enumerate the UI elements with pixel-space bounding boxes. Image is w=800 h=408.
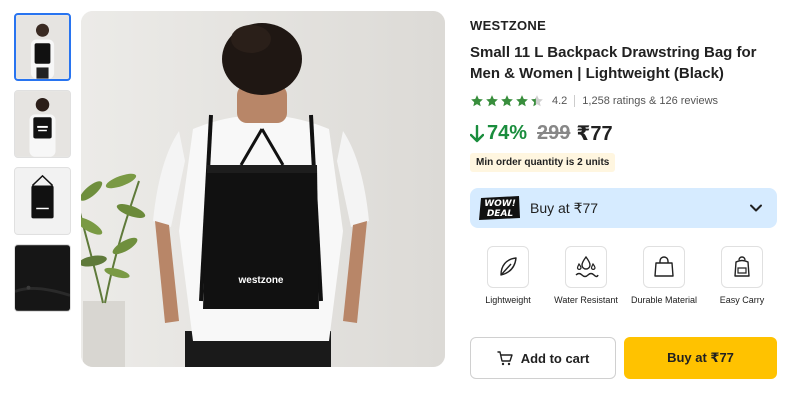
mrp-price: 299 bbox=[537, 122, 571, 144]
thumbnail-back-image bbox=[15, 91, 70, 157]
star-icon bbox=[471, 95, 483, 107]
thumbnail-front-view[interactable] bbox=[14, 13, 71, 81]
bag-icon bbox=[643, 246, 685, 288]
thumbnail-strip bbox=[14, 13, 71, 321]
selling-price: ₹77 bbox=[576, 123, 613, 145]
chevron-down-icon[interactable] bbox=[749, 201, 763, 215]
feature-easy-carry: Easy Carry bbox=[704, 246, 780, 306]
backpack-icon bbox=[721, 246, 763, 288]
min-order-badge: Min order quantity is 2 units bbox=[470, 153, 616, 172]
thumbnail-product-image bbox=[15, 168, 70, 234]
star-half-icon bbox=[531, 95, 543, 107]
bag-logo: westzone bbox=[237, 275, 283, 286]
product-title: Small 11 L Backpack Drawstring Bag for M… bbox=[470, 44, 757, 82]
feature-label: Easy Carry bbox=[719, 295, 765, 305]
svg-text:WOW!: WOW! bbox=[484, 199, 516, 209]
rating-value: 4.2 bbox=[552, 95, 568, 107]
star-icon bbox=[501, 95, 513, 107]
divider bbox=[574, 95, 576, 107]
svg-text:DEAL: DEAL bbox=[487, 209, 514, 219]
thumbnail-front-image bbox=[16, 15, 69, 79]
feature-list: Lightweight Water Resistant Durable Mate… bbox=[470, 246, 780, 306]
arrow-down-icon bbox=[470, 124, 484, 142]
buy-now-label: Buy at ₹77 bbox=[667, 350, 734, 365]
thumbnail-fabric-closeup[interactable] bbox=[14, 244, 71, 312]
water-resistant-icon bbox=[565, 246, 607, 288]
feature-label: Lightweight bbox=[485, 295, 531, 305]
brand-name[interactable]: WESTZONE bbox=[470, 18, 780, 33]
price-row: 74% 299 ₹77 bbox=[470, 121, 780, 146]
star-icon bbox=[516, 95, 528, 107]
feature-durable-material: Durable Material bbox=[626, 246, 702, 306]
product-info: WESTZONE Small 11 L Backpack Drawstring … bbox=[470, 18, 780, 172]
thumbnail-back-view[interactable] bbox=[14, 90, 71, 158]
cart-icon bbox=[496, 351, 513, 366]
feature-water-resistant: Water Resistant bbox=[548, 246, 624, 306]
discount-percent: 74% bbox=[487, 122, 528, 144]
feature-lightweight: Lightweight bbox=[470, 246, 546, 306]
action-buttons: Add to cart Buy at ₹77 bbox=[470, 337, 777, 379]
feature-label: Durable Material bbox=[630, 295, 698, 305]
buy-now-button[interactable]: Buy at ₹77 bbox=[624, 337, 777, 379]
main-product-image[interactable]: westzone bbox=[81, 11, 445, 367]
add-to-cart-button[interactable]: Add to cart bbox=[470, 337, 616, 379]
rating-row[interactable]: 4.2 1,258 ratings & 126 reviews bbox=[470, 94, 780, 108]
ratings-reviews-count: 1,258 ratings & 126 reviews bbox=[582, 95, 719, 107]
add-to-cart-label: Add to cart bbox=[520, 350, 590, 366]
wow-deal-badge: WOW! DEAL bbox=[479, 196, 520, 220]
product-photo: westzone bbox=[81, 11, 445, 367]
thumbnail-fabric-image bbox=[15, 245, 70, 311]
rating-stars bbox=[470, 94, 544, 108]
star-icon bbox=[486, 95, 498, 107]
wow-deal-bar[interactable]: WOW! DEAL Buy at ₹77 bbox=[470, 188, 777, 228]
feature-label: Water Resistant bbox=[554, 295, 618, 305]
feather-icon bbox=[487, 246, 529, 288]
thumbnail-product-flat[interactable] bbox=[14, 167, 71, 235]
discount: 74% bbox=[470, 122, 527, 145]
deal-label: Buy at ₹77 bbox=[530, 199, 599, 216]
